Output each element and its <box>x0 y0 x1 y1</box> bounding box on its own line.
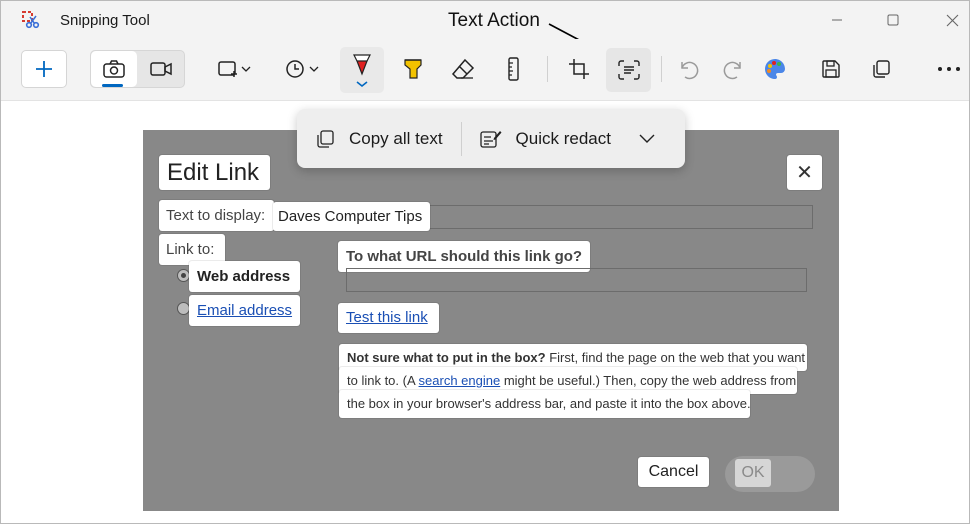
more-icon <box>938 67 960 71</box>
save-icon <box>822 60 840 78</box>
video-camera-icon <box>150 62 172 76</box>
close-icon <box>946 14 958 26</box>
close-icon: ✕ <box>796 162 813 184</box>
text-action-menu: Copy all text Quick redact <box>297 109 685 168</box>
ballpoint-pen-button[interactable] <box>340 47 384 93</box>
crop-button[interactable] <box>557 51 601 87</box>
eraser-icon <box>451 58 475 79</box>
title-bar: Snipping Tool Text Action <box>1 1 969 63</box>
maximize-icon <box>887 14 899 26</box>
redo-button[interactable] <box>711 51 755 87</box>
copy-icon <box>317 129 334 148</box>
eraser-button[interactable] <box>441 51 485 87</box>
paint-palette-icon <box>765 59 785 79</box>
red-pen-icon <box>353 54 371 88</box>
toolbar-separator <box>661 56 662 82</box>
crop-icon <box>569 59 589 79</box>
ruler-icon <box>508 57 519 81</box>
minimize-icon <box>832 19 842 21</box>
quick-redact-dropdown[interactable] <box>619 109 675 168</box>
captured-screenshot: Edit Link ✕ Text to display: Daves Compu… <box>143 130 839 511</box>
text-action-annotation: Text Action <box>448 10 540 31</box>
snip-shape-dropdown[interactable] <box>211 51 257 87</box>
highlighter-icon <box>404 59 422 79</box>
toolbar-separator <box>547 56 548 82</box>
ok-button-label: OK <box>735 459 771 487</box>
snipping-tool-window: Snipping Tool Text Action Edit Link ✕ Te… <box>0 0 970 524</box>
video-mode-button[interactable] <box>139 51 183 87</box>
text-to-display-value: Daves Computer Tips <box>273 202 430 231</box>
save-button[interactable] <box>809 51 853 87</box>
new-snip-button[interactable] <box>21 50 67 88</box>
plus-icon <box>36 61 52 77</box>
text-action-button[interactable] <box>606 48 651 92</box>
screenshot-mode-button[interactable] <box>91 51 137 87</box>
delay-timer-dropdown[interactable] <box>279 51 325 87</box>
text-to-display-label: Text to display: <box>159 200 274 231</box>
more-options-button[interactable] <box>927 51 969 87</box>
minimize-button[interactable] <box>814 7 860 33</box>
copy-icon <box>873 60 890 78</box>
quick-redact-button[interactable]: Quick redact <box>462 109 619 168</box>
help-text-line-3: the box in your browser's address bar, a… <box>339 390 751 418</box>
rectangle-snip-icon <box>218 61 251 77</box>
ruler-button[interactable] <box>491 51 535 87</box>
highlighter-button[interactable] <box>391 51 435 87</box>
ok-button[interactable]: OK <box>725 456 815 492</box>
copy-button[interactable] <box>859 51 903 87</box>
close-window-button[interactable] <box>929 7 969 33</box>
undo-icon <box>681 61 699 80</box>
camera-icon <box>103 60 125 78</box>
redo-icon <box>723 61 741 80</box>
snip-canvas: Edit Link ✕ Text to display: Daves Compu… <box>1 101 969 523</box>
copy-all-text-button[interactable]: Copy all text <box>297 109 461 168</box>
app-title: Snipping Tool <box>60 12 150 29</box>
search-engine-link[interactable]: search engine <box>419 373 501 388</box>
snipping-tool-logo-icon <box>22 11 40 29</box>
redact-icon <box>479 130 502 148</box>
toolbar <box>1 39 969 101</box>
web-address-option[interactable]: Web address <box>189 261 300 292</box>
dialog-title: Edit Link <box>159 155 270 190</box>
test-link[interactable]: Test this link <box>338 303 439 333</box>
active-mode-indicator <box>102 84 123 87</box>
chevron-down-icon <box>639 134 655 143</box>
url-input[interactable] <box>346 268 807 292</box>
copy-all-text-label: Copy all text <box>349 128 443 148</box>
clock-icon <box>286 60 319 78</box>
text-action-icon <box>617 60 640 80</box>
dialog-close-button[interactable]: ✕ <box>787 155 822 190</box>
cancel-button[interactable]: Cancel <box>638 457 709 487</box>
edit-in-paint-button[interactable] <box>753 51 797 87</box>
email-address-option[interactable]: Email address <box>189 295 300 326</box>
maximize-button[interactable] <box>870 7 916 33</box>
undo-button[interactable] <box>667 51 711 87</box>
quick-redact-label: Quick redact <box>515 128 611 148</box>
